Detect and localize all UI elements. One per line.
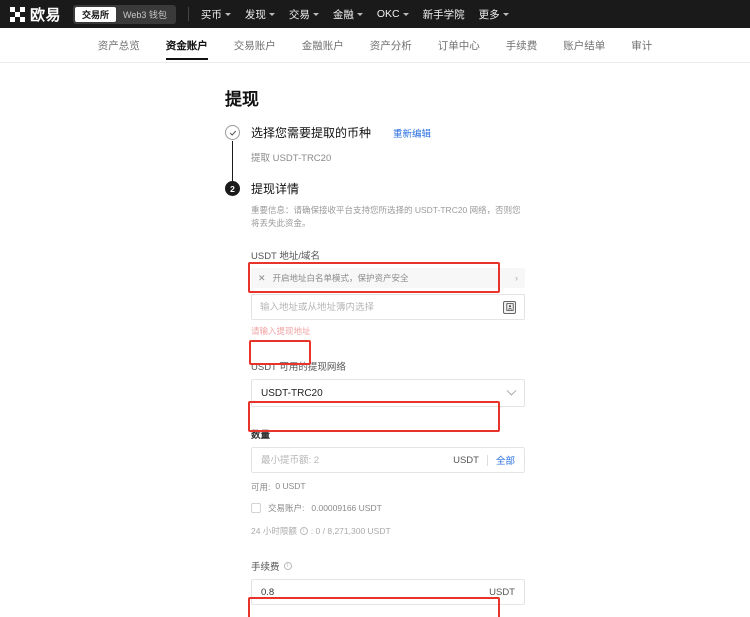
top-navigation-bar: 欧易 交易所 Web3 钱包 买币 发现 交易 金融 OKC 新手学院 <box>0 0 750 28</box>
info-icon[interactable]: i <box>300 527 308 535</box>
okx-logo-icon <box>10 7 25 22</box>
step-2-details: 2 提现详情 重要信息：请确保接收平台支持您所选择的 USDT-TRC20 网络… <box>225 180 525 230</box>
trading-account-row[interactable]: 交易账户: 0.00009166 USDT <box>251 502 525 514</box>
whitelist-banner[interactable]: ✕ 开启地址白名单模式，保护资产安全 › <box>251 268 525 288</box>
step-1-currency: 选择您需要提取的币种 重新编辑 提取 USDT-TRC20 <box>225 124 525 164</box>
check-circle-icon <box>225 125 240 140</box>
tab-trading-account[interactable]: 交易账户 <box>234 28 276 63</box>
chevron-down-icon <box>357 13 363 16</box>
step-1-title-row: 选择您需要提取的币种 重新编辑 <box>251 124 525 141</box>
amount-input[interactable] <box>261 455 453 466</box>
nav-label: 买币 <box>201 7 222 22</box>
network-label: USDT 可用的提现网络 <box>251 359 525 373</box>
address-input-wrapper[interactable] <box>251 294 525 320</box>
amount-unit: USDT <box>453 455 479 466</box>
nav-label: 交易 <box>289 7 310 22</box>
product-switcher[interactable]: 交易所 Web3 钱包 <box>73 5 176 24</box>
available-value: 0 USDT <box>275 481 305 493</box>
trading-account-checkbox[interactable] <box>251 503 261 513</box>
amount-divider <box>487 455 488 466</box>
address-label: USDT 地址/域名 <box>251 248 525 262</box>
nav-item-academy[interactable]: 新手学院 <box>423 7 465 22</box>
fee-label-row: 手续费 i <box>251 559 525 573</box>
amount-max-button[interactable]: 全部 <box>496 453 515 467</box>
tab-audit[interactable]: 审计 <box>631 28 652 63</box>
tab-asset-overview[interactable]: 资产总览 <box>98 28 140 63</box>
segment-web3-wallet[interactable]: Web3 钱包 <box>116 7 174 22</box>
trading-account-label: 交易账户: <box>268 502 304 514</box>
address-error-message: 请输入提现地址 <box>251 325 525 337</box>
tab-fees[interactable]: 手续费 <box>506 28 538 63</box>
network-section: USDT 可用的提现网络 USDT-TRC20 <box>225 359 525 407</box>
nav-label: 更多 <box>479 7 500 22</box>
nav-item-okc[interactable]: OKC <box>377 8 409 20</box>
available-balance-row: 可用: 0 USDT <box>251 481 525 493</box>
check-glyph <box>229 129 237 137</box>
amount-input-wrapper[interactable]: USDT 全部 <box>251 447 525 473</box>
close-icon[interactable]: ✕ <box>258 273 266 284</box>
amount-label: 数量 <box>251 427 525 441</box>
fee-label: 手续费 <box>251 559 280 573</box>
trading-account-value: 0.00009166 USDT <box>311 503 381 513</box>
nav-item-trade[interactable]: 交易 <box>289 7 319 22</box>
tab-account-statement[interactable]: 账户结单 <box>563 28 605 63</box>
tab-asset-analysis[interactable]: 资产分析 <box>370 28 412 63</box>
address-book-glyph <box>506 303 514 311</box>
brand-name: 欧易 <box>30 4 61 25</box>
daily-limit-label: 24 小时限额 <box>251 525 297 537</box>
network-warning-text: 重要信息：请确保接收平台支持您所选择的 USDT-TRC20 网络，否则您将丢失… <box>251 204 529 230</box>
address-section: USDT 地址/域名 ✕ 开启地址白名单模式，保护资产安全 › 请输入提现地址 <box>225 248 525 337</box>
chevron-down-icon <box>269 13 275 16</box>
tab-order-center[interactable]: 订单中心 <box>438 28 480 63</box>
brand-logo[interactable]: 欧易 <box>10 4 61 25</box>
nav-label: OKC <box>377 8 400 20</box>
nav-label: 金融 <box>333 7 354 22</box>
chevron-down-icon <box>225 13 231 16</box>
tab-financial-account[interactable]: 金融账户 <box>302 28 344 63</box>
step-2-number-badge: 2 <box>225 181 240 196</box>
nav-label: 发现 <box>245 7 266 22</box>
nav-item-discover[interactable]: 发现 <box>245 7 275 22</box>
nav-item-buy-crypto[interactable]: 买币 <box>201 7 231 22</box>
main-menu: 买币 发现 交易 金融 OKC 新手学院 更多 <box>201 7 509 22</box>
daily-limit-value: : 0 / 8,271,300 USDT <box>311 526 391 536</box>
chevron-down-icon <box>313 13 319 16</box>
address-input[interactable] <box>260 302 503 313</box>
step-1-title: 选择您需要提取的币种 <box>251 124 371 141</box>
step-1-summary: 提取 USDT-TRC20 <box>251 150 525 164</box>
step-2-title: 提现详情 <box>251 180 525 197</box>
tab-funding-account[interactable]: 资金账户 <box>166 28 208 63</box>
fee-section: 手续费 i 0.8 USDT <box>225 559 525 605</box>
fee-value: 0.8 <box>261 587 274 598</box>
fee-value-box: 0.8 USDT <box>251 579 525 605</box>
chevron-down-icon <box>403 13 409 16</box>
info-icon[interactable]: i <box>284 562 292 570</box>
nav-item-more[interactable]: 更多 <box>479 7 509 22</box>
re-edit-link[interactable]: 重新编辑 <box>393 126 431 140</box>
withdraw-card: 提现 选择您需要提取的币种 重新编辑 提取 USDT-TRC20 2 提现详情 … <box>225 85 525 617</box>
available-label: 可用: <box>251 481 270 493</box>
address-book-icon[interactable] <box>503 301 516 314</box>
chevron-right-icon: › <box>515 273 518 283</box>
nav-item-finance[interactable]: 金融 <box>333 7 363 22</box>
daily-limit-row: 24 小时限额 i : 0 / 8,271,300 USDT <box>251 525 525 537</box>
amount-section: 数量 USDT 全部 可用: 0 USDT 交易账户: 0.00009166 U… <box>225 427 525 537</box>
segment-exchange[interactable]: 交易所 <box>75 7 116 22</box>
fee-unit: USDT <box>489 587 515 598</box>
nav-divider <box>188 7 189 21</box>
withdraw-page: 提现 选择您需要提取的币种 重新编辑 提取 USDT-TRC20 2 提现详情 … <box>0 63 750 617</box>
chevron-down-icon <box>507 386 517 396</box>
page-title: 提现 <box>225 85 525 110</box>
network-select[interactable]: USDT-TRC20 <box>251 379 525 407</box>
nav-label: 新手学院 <box>423 7 465 22</box>
chevron-down-icon <box>503 13 509 16</box>
whitelist-banner-text: 开启地址白名单模式，保护资产安全 <box>273 272 409 284</box>
network-selected-value: USDT-TRC20 <box>261 388 323 399</box>
account-tabs: 资产总览 资金账户 交易账户 金融账户 资产分析 订单中心 手续费 账户结单 审… <box>0 28 750 63</box>
